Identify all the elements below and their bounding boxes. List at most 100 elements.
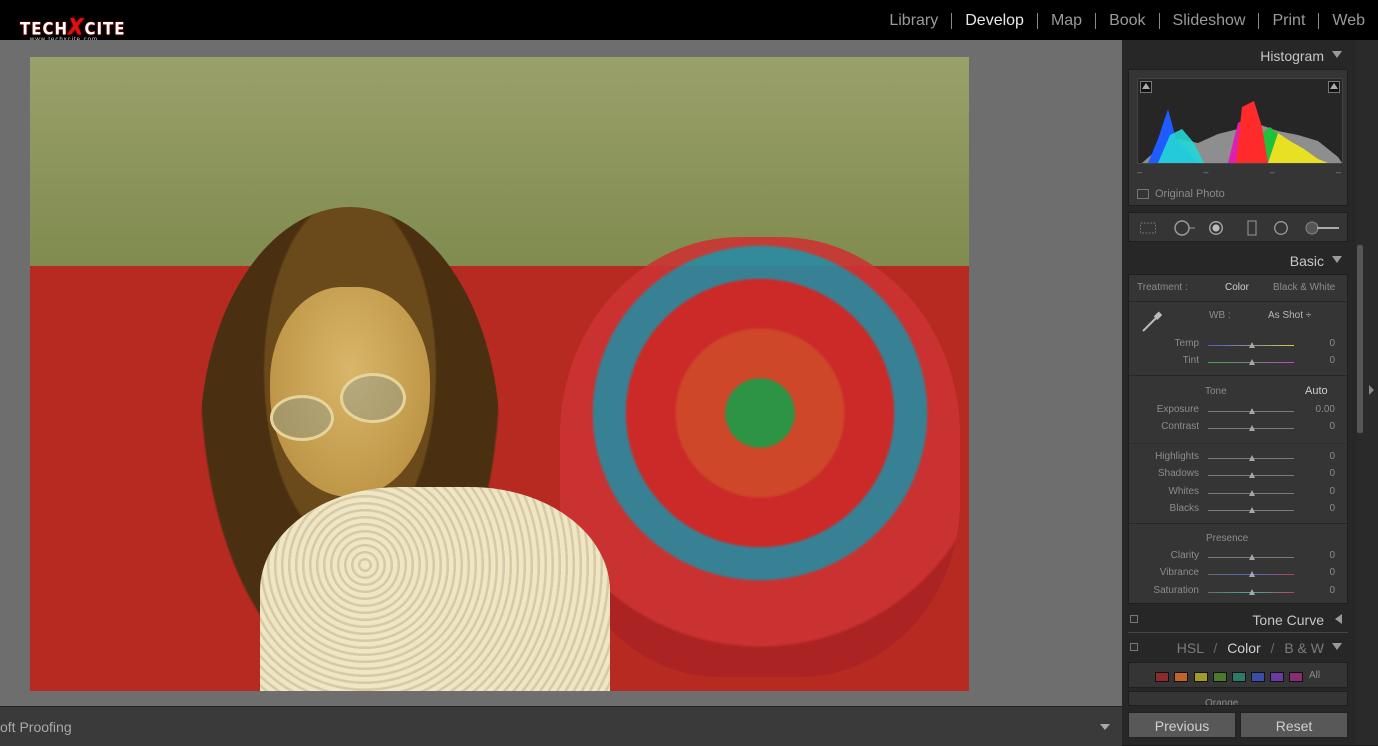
panel-switch-icon[interactable] [1130, 643, 1138, 651]
adjustment-brush-icon[interactable] [1305, 220, 1341, 236]
collapse-arrow-icon[interactable] [1332, 51, 1342, 58]
auto-tone-button[interactable]: Auto [1305, 385, 1328, 397]
presence-label: Presence [1206, 533, 1249, 544]
module-print[interactable]: Print [1259, 12, 1318, 30]
slider-knob[interactable] [1249, 342, 1255, 348]
swatch-aqua[interactable] [1232, 672, 1246, 682]
treatment-bw-button[interactable]: Black & White [1273, 282, 1335, 293]
collapse-arrow-icon[interactable] [1332, 256, 1342, 263]
soft-proofing-label[interactable]: oft Proofing [0, 719, 72, 735]
whites-value[interactable]: 0 [1295, 486, 1335, 497]
temp-value[interactable]: 0 [1295, 338, 1335, 349]
temp-slider[interactable] [1208, 342, 1294, 348]
module-book[interactable]: Book [1096, 12, 1158, 30]
swatch-purple[interactable] [1270, 672, 1284, 682]
clarity-value[interactable]: 0 [1295, 550, 1335, 561]
hsl-header[interactable]: HSL / Color / B & W [1128, 635, 1348, 661]
bw-tab[interactable]: B & W [1284, 640, 1324, 656]
original-photo-checkbox[interactable] [1137, 189, 1149, 199]
hsl-tab[interactable]: HSL [1177, 640, 1204, 656]
module-library[interactable]: Library [876, 12, 951, 30]
crop-icon[interactable] [1139, 220, 1157, 236]
module-slideshow[interactable]: Slideshow [1160, 12, 1259, 30]
swatch-red[interactable] [1155, 672, 1169, 682]
contrast-label: Contrast [1161, 421, 1199, 432]
treatment-color-button[interactable]: Color [1225, 282, 1249, 293]
tint-slider[interactable] [1208, 359, 1294, 365]
swatch-yellow[interactable] [1194, 672, 1208, 682]
shadow-clipping-icon[interactable] [1140, 81, 1152, 93]
slider-knob[interactable] [1249, 571, 1255, 577]
slider-knob[interactable] [1249, 359, 1255, 365]
basic-header[interactable]: Basic [1128, 248, 1348, 274]
vibrance-slider[interactable] [1208, 571, 1294, 577]
color-tab[interactable]: Color [1227, 640, 1260, 656]
module-web[interactable]: Web [1319, 12, 1378, 30]
tone-label: Tone [1205, 386, 1227, 397]
photo-canvas[interactable] [0, 40, 1122, 706]
exposure-value[interactable]: 0.00 [1295, 404, 1335, 415]
clarity-slider[interactable] [1208, 554, 1294, 560]
original-photo-toggle[interactable]: Original Photo [1137, 188, 1225, 200]
histogram-chart [1142, 101, 1342, 163]
techxcite-logo: TECHXCITE www.techxcite.com [20, 14, 140, 43]
red-eye-icon[interactable] [1207, 220, 1225, 236]
highlights-label: Highlights [1155, 451, 1199, 462]
contrast-value[interactable]: 0 [1295, 421, 1335, 432]
module-develop[interactable]: Develop [952, 12, 1037, 30]
histogram-graph[interactable] [1137, 78, 1343, 164]
slider-knob[interactable] [1249, 455, 1255, 461]
toolbar-dropdown-icon[interactable] [1100, 724, 1110, 730]
histogram-header[interactable]: Histogram [1128, 43, 1348, 69]
saturation-slider[interactable] [1208, 589, 1294, 595]
shadows-label: Shadows [1157, 468, 1199, 479]
reset-button[interactable]: Reset [1240, 712, 1348, 738]
swatch-blue[interactable] [1251, 672, 1265, 682]
swatch-orange[interactable] [1174, 672, 1188, 682]
spot-removal-icon[interactable] [1171, 220, 1197, 236]
scrollbar-thumb[interactable] [1357, 245, 1363, 433]
slider-knob[interactable] [1249, 589, 1255, 595]
graduated-filter-icon[interactable] [1243, 220, 1261, 236]
expand-arrow-icon[interactable] [1335, 614, 1342, 624]
slider-knob[interactable] [1249, 554, 1255, 560]
highlights-value[interactable]: 0 [1295, 451, 1335, 462]
shadows-value[interactable]: 0 [1295, 468, 1335, 479]
slider-knob[interactable] [1249, 490, 1255, 496]
highlights-slider[interactable] [1208, 455, 1294, 461]
orange-label: Orange [1205, 698, 1239, 706]
treatment-label: Treatment : [1137, 282, 1188, 293]
module-map[interactable]: Map [1038, 12, 1095, 30]
exposure-slider[interactable] [1208, 408, 1294, 414]
photo-preview[interactable] [30, 57, 969, 691]
highlight-clipping-icon[interactable] [1328, 81, 1340, 93]
saturation-value[interactable]: 0 [1295, 585, 1335, 596]
original-photo-label: Original Photo [1155, 188, 1225, 200]
blacks-value[interactable]: 0 [1295, 503, 1335, 514]
divider [1129, 523, 1347, 524]
panel-collapse-edge[interactable] [1364, 40, 1378, 745]
whites-slider[interactable] [1208, 490, 1294, 496]
slider-knob[interactable] [1249, 472, 1255, 478]
shadows-slider[interactable] [1208, 472, 1294, 478]
eyedropper-icon[interactable] [1139, 309, 1165, 335]
collapse-arrow-icon[interactable] [1332, 643, 1342, 650]
slider-knob[interactable] [1249, 408, 1255, 414]
radial-filter-icon[interactable] [1272, 220, 1290, 236]
swatch-green[interactable] [1213, 672, 1227, 682]
tone-curve-header[interactable]: Tone Curve [1128, 607, 1348, 633]
expand-right-icon[interactable] [1369, 385, 1374, 395]
slider-knob[interactable] [1249, 507, 1255, 513]
swatch-magenta[interactable] [1289, 672, 1303, 682]
panel-scrollbar[interactable] [1356, 40, 1364, 745]
slider-knob[interactable] [1249, 425, 1255, 431]
swatch-all[interactable]: All [1309, 670, 1320, 681]
previous-button[interactable]: Previous [1128, 712, 1236, 738]
contrast-slider[interactable] [1208, 425, 1294, 431]
tint-value[interactable]: 0 [1295, 355, 1335, 366]
blacks-slider[interactable] [1208, 507, 1294, 513]
wb-select[interactable]: As Shot ÷ [1268, 310, 1311, 321]
panel-switch-icon[interactable] [1130, 615, 1138, 623]
histogram-title: Histogram [1260, 48, 1324, 64]
vibrance-value[interactable]: 0 [1295, 567, 1335, 578]
